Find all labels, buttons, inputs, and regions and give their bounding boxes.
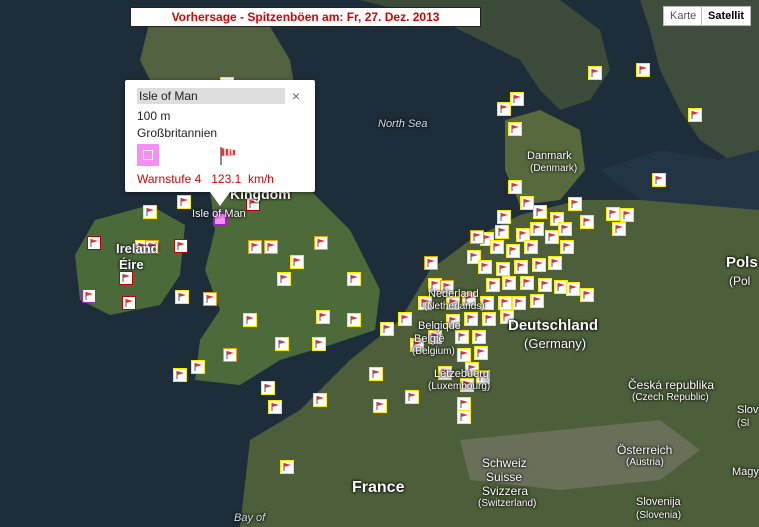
map-label-suisse: Suisse — [486, 470, 523, 484]
close-icon[interactable]: × — [292, 88, 300, 104]
map-label-netherlands: (Netherlands) — [424, 301, 485, 312]
map-label-polska: Pols — [726, 254, 758, 271]
warning-level-icon — [137, 144, 159, 166]
map-label-osterreich: Österreich — [617, 443, 673, 457]
map-label-belgium: (Belgium) — [412, 346, 455, 357]
map-label-switzerland: (Switzerland) — [478, 498, 537, 509]
map-label-north-sea: North Sea — [378, 118, 428, 130]
map-label-eire: Éire — [119, 257, 144, 272]
map-label-austria: (Austria) — [626, 457, 664, 468]
map-label-sl: (Sl — [737, 418, 750, 429]
map-label-schweiz: Schweiz — [482, 456, 527, 470]
popup-station-name: Isle of Man — [137, 88, 285, 104]
map-label-danmark: Danmark — [527, 150, 572, 162]
forecast-title: Vorhersage - Spitzenböen am: Fr, 27. Dez… — [130, 7, 481, 27]
popup-altitude: 100 m — [137, 109, 171, 123]
map-label-letzebuerg: Lëtzebuerg — [434, 368, 490, 380]
station-info-popup: Isle of Man × 100 m Großbritannien Warns… — [125, 80, 315, 206]
popup-country: Großbritannien — [137, 126, 218, 140]
map-label-czech: (Czech Republic) — [632, 392, 709, 403]
map-label-cesko: Česká republika — [628, 378, 715, 392]
map-label-poland: (Pol — [729, 274, 751, 288]
map-label-luxembourg: (Luxembourg) — [428, 381, 491, 392]
map-label-isle-of-man: Isle of Man — [192, 208, 246, 220]
map-label-slovenia: (Slovenia) — [636, 510, 682, 521]
map-label-belgique: Belgique — [418, 320, 461, 332]
map-label-magy: Magy — [732, 466, 759, 478]
map-label-belgie: België — [414, 333, 445, 345]
map-label-deutschland: Deutschland — [508, 317, 599, 334]
map-label-germany: (Germany) — [524, 336, 587, 351]
popup-pointer — [210, 192, 230, 206]
popup-warning-value: Warnstufe 4 123.1 km/h — [137, 172, 274, 186]
map-label-france: France — [352, 479, 405, 496]
map-label-slovenija: Slovenija — [636, 496, 681, 508]
map-label-svizzera: Svizzera — [482, 484, 529, 498]
map-label-denmark: (Denmark) — [530, 163, 578, 174]
windsock-icon — [220, 147, 235, 165]
map-label-slov: Slov — [737, 404, 759, 416]
map-label-nederland: Nederland — [428, 288, 479, 300]
map-label-bay-of: Bay of — [234, 512, 266, 524]
map-type-satellit-button[interactable]: Satellit — [701, 6, 752, 26]
map-type-karte-button[interactable]: Karte — [663, 6, 704, 26]
map-label-ireland: Ireland — [116, 241, 159, 256]
